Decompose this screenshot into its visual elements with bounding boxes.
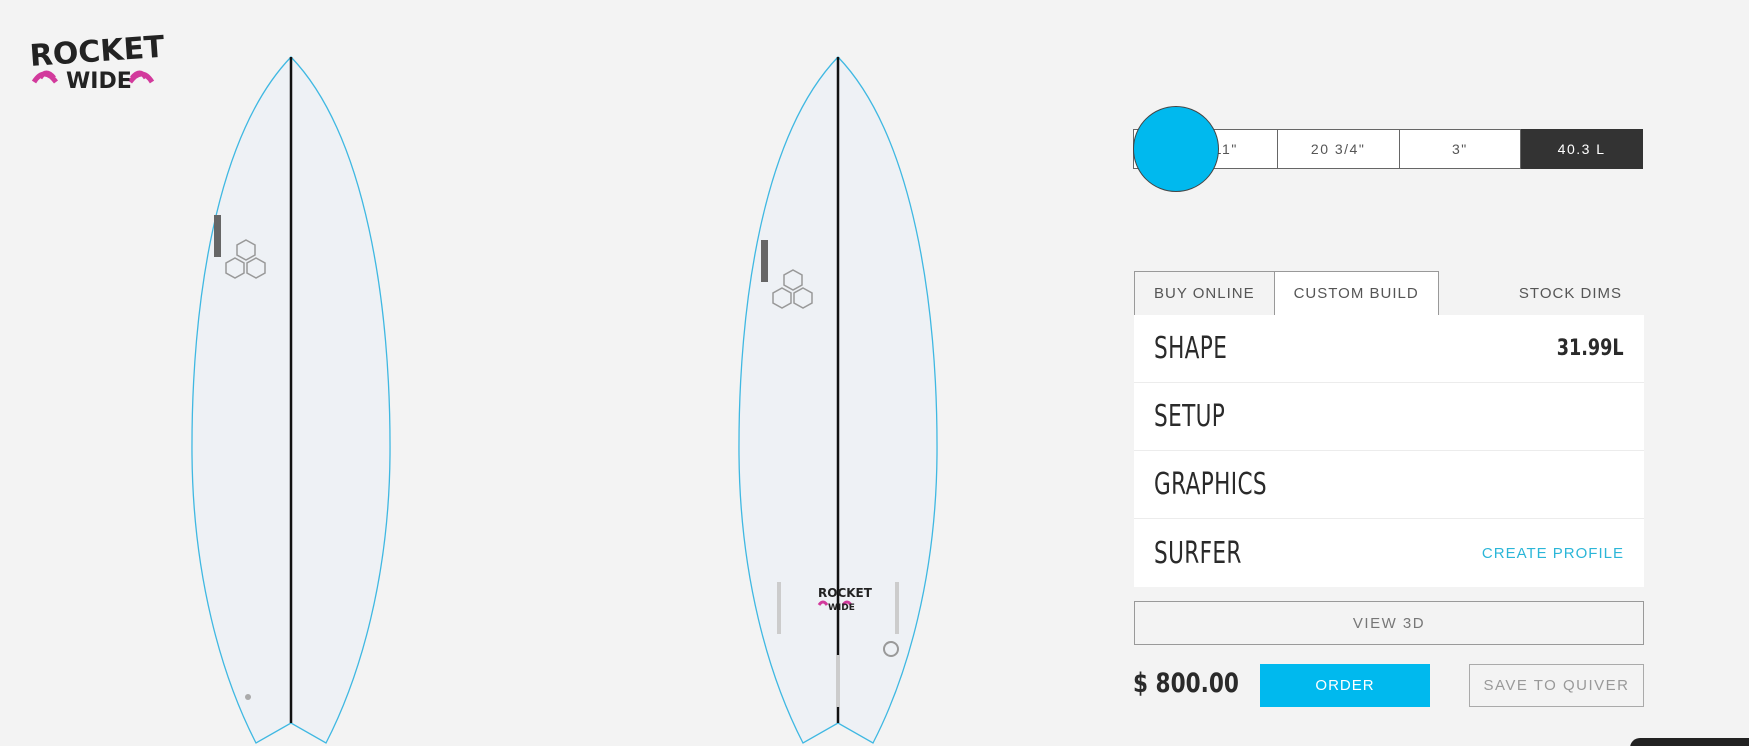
fin-left: [777, 582, 781, 634]
brand-text-vertical: [214, 215, 221, 257]
chat-widget-tab[interactable]: [1630, 738, 1749, 746]
board-color-swatch[interactable]: [1133, 106, 1219, 192]
board-deck-view[interactable]: [186, 55, 396, 745]
brand-text-vertical: [761, 240, 768, 282]
build-options-panel: SHAPE 31.99L SETUP GRAPHICS SURFER CREAT…: [1134, 315, 1644, 587]
menu-row-graphics[interactable]: GRAPHICS: [1134, 451, 1644, 519]
svg-text:WIDE: WIDE: [828, 603, 855, 613]
price-label: $ 800.00: [1133, 668, 1239, 699]
menu-row-surfer[interactable]: SURFER CREATE PROFILE: [1134, 519, 1644, 587]
view-3d-button[interactable]: VIEW 3D: [1134, 601, 1644, 645]
board-bottom-view[interactable]: ROCKET WIDE: [733, 55, 943, 745]
menu-row-label: SETUP: [1154, 399, 1226, 434]
save-to-quiver-button[interactable]: SAVE TO QUIVER: [1469, 664, 1644, 707]
tab-custom-build[interactable]: CUSTOM BUILD: [1274, 271, 1439, 316]
shape-volume-value: 31.99L: [1557, 336, 1624, 361]
logo-text-top: ROCKET: [29, 30, 166, 74]
menu-row-shape[interactable]: SHAPE 31.99L: [1134, 315, 1644, 383]
logo-text-bottom: WIDE: [66, 69, 132, 94]
dim-volume[interactable]: 40.3 L: [1521, 129, 1643, 169]
order-button[interactable]: ORDER: [1260, 664, 1430, 707]
menu-row-label: SURFER: [1154, 535, 1242, 571]
dim-thickness[interactable]: 3": [1399, 129, 1522, 169]
dim-width[interactable]: 20 3/4": [1277, 129, 1400, 169]
menu-row-label: GRAPHICS: [1154, 467, 1267, 502]
stock-dims-link[interactable]: STOCK DIMS: [1519, 271, 1644, 316]
fin-center: [836, 655, 840, 707]
fin-right: [895, 582, 899, 634]
menu-row-label: SHAPE: [1154, 331, 1228, 366]
svg-text:ROCKET: ROCKET: [818, 586, 873, 600]
brand-logo[interactable]: ROCKET WIDE: [28, 26, 168, 106]
menu-row-setup[interactable]: SETUP: [1134, 383, 1644, 451]
create-profile-link[interactable]: CREATE PROFILE: [1482, 545, 1624, 562]
tab-buy-online[interactable]: BUY ONLINE: [1134, 271, 1275, 316]
build-tabs: BUY ONLINE CUSTOM BUILD STOCK DIMS: [1134, 271, 1644, 316]
